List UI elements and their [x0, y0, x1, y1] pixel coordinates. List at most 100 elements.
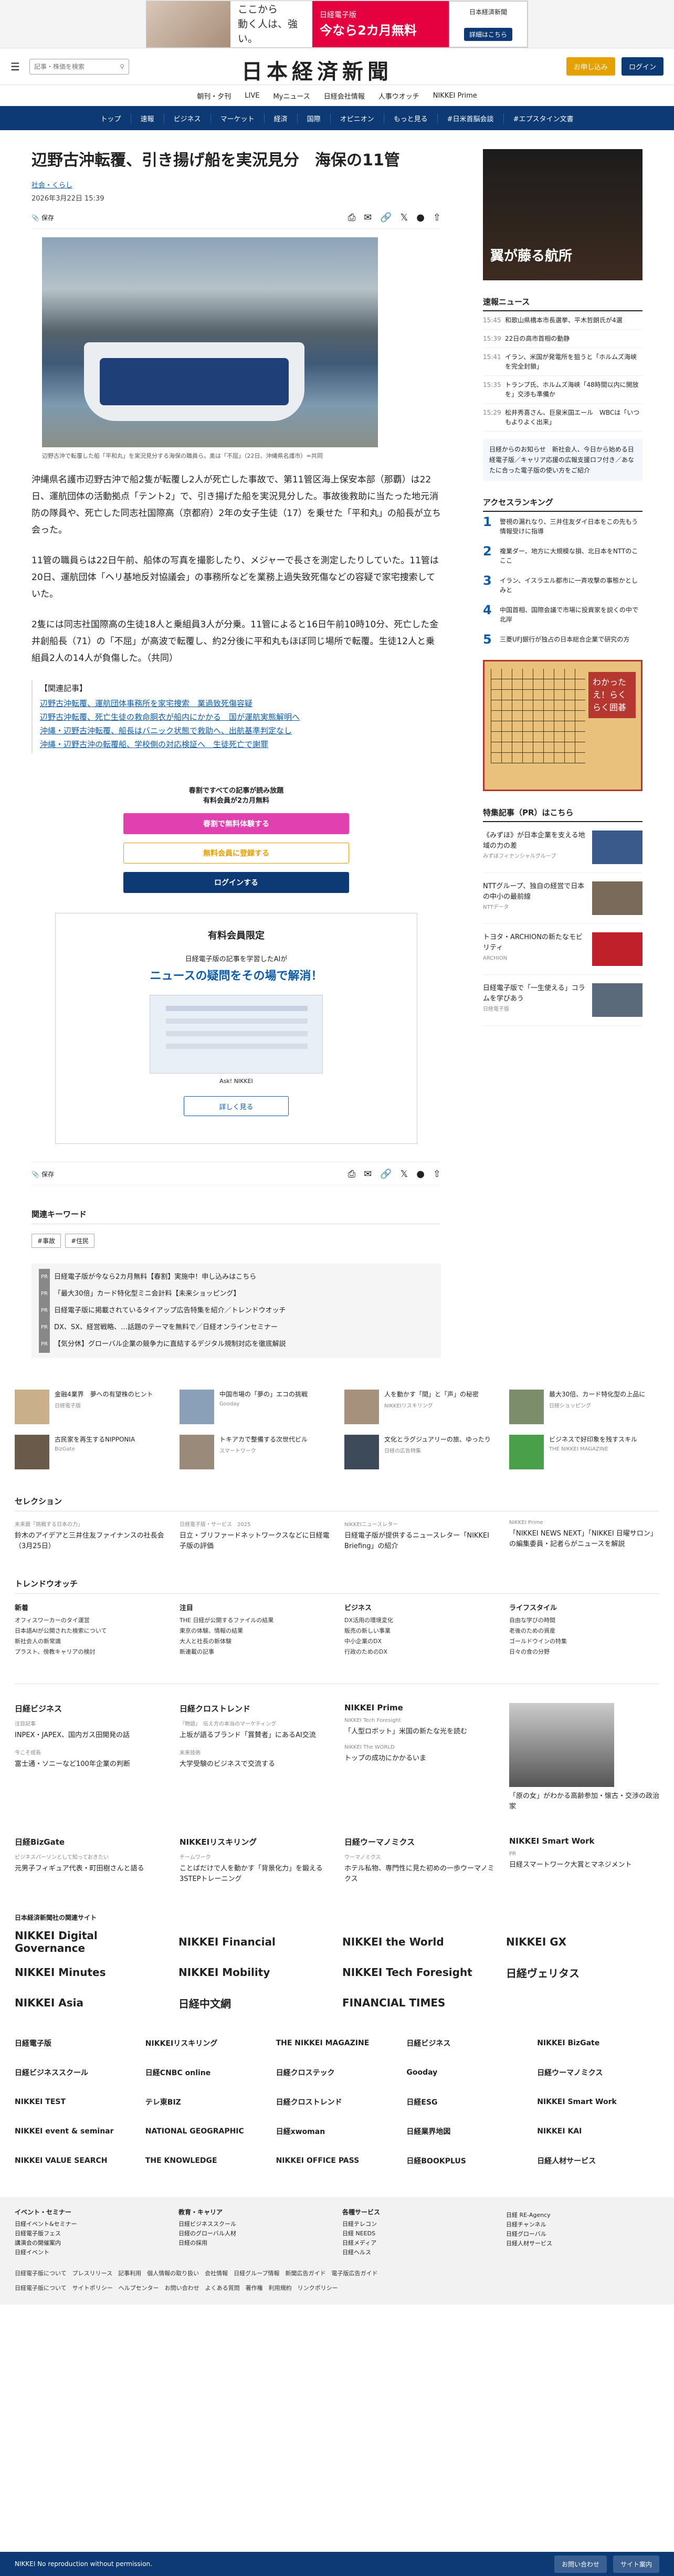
- news-item[interactable]: 15:35 トランプ氏、ホルムズ海峡「48時間以内に開放を」交渉も準備か: [483, 376, 643, 404]
- feature-item[interactable]: 《みずほ》が日本企業を支える地域の力の差 みずほフィナンシャルグループ: [483, 822, 643, 873]
- service-logo[interactable]: 日経クロステック: [276, 2063, 398, 2083]
- pr-card[interactable]: 金融4業界 夢への有望株のヒント 日経電子版: [15, 1390, 165, 1424]
- x-share-icon[interactable]: 𝕏: [401, 212, 408, 223]
- gnav-topic[interactable]: #エプスタイン文書: [504, 113, 583, 123]
- article-category[interactable]: 社会・くらし: [31, 182, 72, 190]
- gnav-item[interactable]: ビジネス: [164, 113, 211, 123]
- facebook-icon[interactable]: ●: [416, 1169, 425, 1180]
- ad-banner[interactable]: ここから 動く人は、強い。 日経電子版 今なら2カ月無料 日本経済新聞 詳細はこ…: [146, 0, 528, 48]
- service-logo[interactable]: NIKKEI VALUE SEARCH: [15, 2151, 137, 2171]
- gnav-item[interactable]: オピニオン: [331, 113, 384, 123]
- go-game-ad[interactable]: わかったえ！らくらく囲碁: [483, 660, 643, 791]
- rank-item[interactable]: 4 中国首相、国際会議で市場に投資家を説くの中で北岸: [483, 600, 643, 629]
- save-button[interactable]: 📎 保存: [31, 213, 54, 222]
- search-icon[interactable]: ⚲: [120, 63, 124, 70]
- subnav-item[interactable]: 人事ウオッチ: [378, 91, 419, 101]
- share-icon[interactable]: ⇧: [433, 212, 441, 223]
- service-logo[interactable]: 日経人材サービス: [537, 2151, 659, 2171]
- register-button[interactable]: 無料会員に登録する: [123, 843, 349, 864]
- subnav-item[interactable]: 日経会社情報: [324, 91, 365, 101]
- service-logo[interactable]: 日経xwoman: [276, 2121, 398, 2141]
- group-logo[interactable]: NIKKEI Financial: [178, 1932, 332, 1951]
- top-advertisement[interactable]: ここから 動く人は、強い。 日経電子版 今なら2カ月無料 日本経済新聞 詳細はこ…: [0, 0, 674, 48]
- selection-item[interactable]: NIKKEI Prime 「NIKKEI NEWS NEXT」「NIKKEI 日曜…: [509, 1520, 659, 1552]
- service-logo[interactable]: 日経ウーマノミクス: [537, 2063, 659, 2083]
- service-logo[interactable]: 日経クロストレンド: [276, 2092, 398, 2112]
- rank-item[interactable]: 3 イラン、イスラエル都市に一斉攻撃の事態かとしみと: [483, 571, 643, 600]
- gnav-topic[interactable]: #日米首脳会談: [438, 113, 504, 123]
- service-logo[interactable]: Gooday: [406, 2063, 529, 2083]
- ad-cta-button[interactable]: 詳細はこちら: [464, 27, 512, 41]
- keyword-tag[interactable]: #住民: [65, 1234, 95, 1248]
- link-icon[interactable]: 🔗: [380, 212, 392, 223]
- trial-button[interactable]: お申し込み: [566, 57, 615, 76]
- x-share-icon[interactable]: 𝕏: [401, 1169, 408, 1180]
- gnav-item[interactable]: 経済: [265, 113, 298, 123]
- gnav-item[interactable]: 速報: [131, 113, 164, 123]
- related-link[interactable]: 沖縄・辺野古沖の転覆船、学校側の対応検証へ 生徒死亡で謝罪: [40, 738, 441, 751]
- group-logo[interactable]: FINANCIAL TIMES: [342, 1993, 496, 2012]
- feature-item[interactable]: NTTグループ、独自の経営で日本の中小の最前線 NTTデータ: [483, 873, 643, 924]
- contact-button[interactable]: お問い合わせ: [554, 2555, 607, 2573]
- group-logo[interactable]: NIKKEI Digital Governance: [15, 1929, 168, 1954]
- gnav-item[interactable]: もっと見る: [384, 113, 438, 123]
- rank-item[interactable]: 2 複業ダー、地方に大規模な損、北日本をNTTのこここ: [483, 541, 643, 571]
- footer-links2[interactable]: 日経電子版について サイトポリシー ヘルプセンター お問い合わせ よくある質問 …: [15, 2283, 659, 2294]
- pr-item[interactable]: PR 「最大30倍」カード特化型ミニ会計料【未来ショッピング】: [39, 1286, 434, 1302]
- group-logo[interactable]: NIKKEI Minutes: [15, 1963, 168, 1982]
- gnav-item[interactable]: トップ: [91, 113, 131, 123]
- service-logo[interactable]: NIKKEI OFFICE PASS: [276, 2151, 398, 2171]
- service-logo[interactable]: 日経ビジネススクール: [15, 2063, 137, 2083]
- gnav-item[interactable]: 国際: [298, 113, 331, 123]
- learn-more-button[interactable]: 詳しく見る: [184, 1096, 289, 1116]
- paywall-login-button[interactable]: ログインする: [123, 872, 349, 893]
- pr-item[interactable]: PR 日経電子版が今なら2カ月無料【春割】実施中！申し込みはこちら: [39, 1269, 434, 1286]
- subnav-item[interactable]: 朝刊・夕刊: [197, 91, 231, 101]
- footer-links[interactable]: 日経電子版について プレスリリース 記事利用 個人情報の取り扱い 会社情報 日経…: [15, 2268, 659, 2279]
- gnav-item[interactable]: マーケット: [211, 113, 265, 123]
- pr-card[interactable]: ビジネスで好印象を残すスキル THE NIKKEI MAGAZINE: [509, 1435, 659, 1469]
- service-logo[interactable]: 日経業界地図: [406, 2121, 529, 2141]
- pr-card[interactable]: 古民家を再生するNIPPONIA BizGate: [15, 1435, 165, 1469]
- pr-card[interactable]: 人を動かす「間」と「声」の秘密 NIKKEIリスキリング: [344, 1390, 494, 1424]
- rank-item[interactable]: 5 三菱UFJ銀行が独占の日本総合企業で研究の方: [483, 629, 643, 649]
- search-input[interactable]: [34, 62, 120, 70]
- service-logo[interactable]: NIKKEI TEST: [15, 2092, 137, 2112]
- service-logo[interactable]: 日経電子版: [15, 2033, 137, 2053]
- service-logo[interactable]: NIKKEIリスキリング: [145, 2033, 268, 2053]
- selection-item[interactable]: 未来面「挑戦する日本の力」 鈴木のアイデアと三井住友ファイナンスの社長会（3月25…: [15, 1520, 165, 1552]
- service-logo[interactable]: 日経ビジネス: [406, 2033, 529, 2053]
- pr-item[interactable]: PR DX、SX、経営戦略、…話題のテーマを無料で／日経オンラインセミナー: [39, 1319, 434, 1336]
- service-logo[interactable]: テレ東BIZ: [145, 2092, 268, 2112]
- feature-item[interactable]: トヨタ・ARCHIONの新たなモビリティ ARCHION: [483, 924, 643, 975]
- service-logo[interactable]: NATIONAL GEOGRAPHIC: [145, 2121, 268, 2141]
- login-button[interactable]: ログイン: [621, 57, 664, 76]
- pr-card[interactable]: 最大30倍、カード特化型の上品に 日経ショッピング: [509, 1390, 659, 1424]
- print-icon[interactable]: ⎙: [348, 212, 355, 223]
- search-box[interactable]: ⚲: [29, 58, 129, 75]
- mail-icon[interactable]: ✉: [364, 212, 372, 223]
- pr-card[interactable]: トキアカで整備する次世代ビル スマートワーク: [180, 1435, 330, 1469]
- news-item[interactable]: 15:29 松井秀喜さん、巨泉米国エール WBCは「いつもよりよく出来」: [483, 404, 643, 432]
- share-icon[interactable]: ⇧: [433, 1169, 441, 1180]
- pr-item[interactable]: PR 【気分休】グローバル企業の競争力に直結するデジタル規制対応を徹底解説: [39, 1336, 434, 1353]
- news-item[interactable]: 15:39 22日の高市首相の動静: [483, 330, 643, 348]
- sidebar-ad[interactable]: 翼が藤る航所: [483, 149, 643, 280]
- link-icon[interactable]: 🔗: [380, 1169, 392, 1180]
- selection-item[interactable]: NIKKEIニュースレター 日経電子版が提供するニュースレター「NIKKEI Br…: [344, 1520, 494, 1552]
- news-item[interactable]: 15:41 イラン、米国が発電所を狙うと「ホルムズ海峡を完全封鎖」: [483, 348, 643, 376]
- subnav-item[interactable]: Myニュース: [273, 91, 310, 101]
- facebook-icon[interactable]: ●: [416, 212, 425, 223]
- pr-card[interactable]: 中国市場の「夢の」エコの挑戦 Gooday: [180, 1390, 330, 1424]
- service-logo[interactable]: NIKKEI Smart Work: [537, 2092, 659, 2112]
- related-link[interactable]: 辺野古沖転覆、運航団体事務所を家宅捜索 業過致死傷容疑: [40, 697, 441, 710]
- service-logo[interactable]: NIKKEI KAI: [537, 2121, 659, 2141]
- service-logo[interactable]: NIKKEI BizGate: [537, 2033, 659, 2053]
- mail-icon[interactable]: ✉: [364, 1169, 372, 1180]
- subnav-item[interactable]: NIKKEI Prime: [433, 92, 477, 100]
- print-icon[interactable]: ⎙: [348, 1169, 355, 1180]
- service-logo[interactable]: THE NIKKEI MAGAZINE: [276, 2033, 398, 2053]
- site-logo[interactable]: 日本経済新聞: [241, 55, 393, 85]
- group-logo[interactable]: NIKKEI Tech Foresight: [342, 1963, 496, 1982]
- group-logo[interactable]: NIKKEI Mobility: [178, 1963, 332, 1982]
